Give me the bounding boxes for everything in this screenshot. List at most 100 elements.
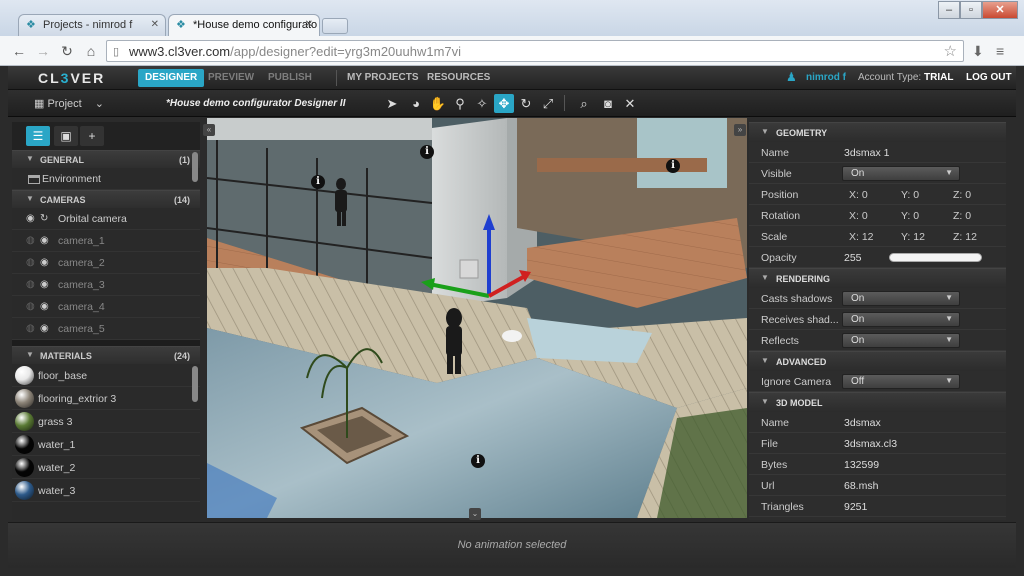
info-hotspot-icon[interactable]: i [420, 145, 434, 159]
move-gizmo-icon[interactable]: ✥ [494, 94, 514, 113]
material-item[interactable]: water_2 [12, 456, 200, 479]
zoom-icon[interactable]: ⚲ [450, 94, 470, 113]
extension-icon[interactable]: ⬇ [972, 43, 984, 60]
general-section-header[interactable]: ▼ GENERAL (1) [12, 150, 200, 168]
visible-dropdown[interactable]: On ▼ [842, 166, 960, 181]
scene-list-tab-icon[interactable]: ☰ [26, 126, 50, 146]
ignore-camera-dropdown[interactable]: Off ▼ [842, 374, 960, 389]
rotation-y[interactable]: Y: 0 [901, 210, 919, 222]
visibility-icon[interactable]: ◍ [26, 235, 35, 246]
project-menu-button[interactable]: ▦ Project ⌄ [34, 97, 104, 110]
library-tab-icon[interactable]: ▣ [54, 126, 78, 146]
new-tab-button[interactable] [322, 18, 348, 34]
tab-close-icon[interactable]: ✕ [151, 19, 159, 30]
eye-icon[interactable]: ◉ [40, 235, 49, 246]
settings-tools-icon[interactable]: ✕ [620, 94, 640, 113]
scale-x[interactable]: X: 12 [849, 231, 874, 243]
back-arrow-icon[interactable]: ← [10, 42, 28, 60]
info-hotspot-icon[interactable]: i [311, 175, 325, 189]
opacity-slider[interactable] [889, 253, 982, 262]
window-close-button[interactable]: ✕ [982, 1, 1018, 19]
logout-button[interactable]: LOG OUT [966, 72, 1012, 83]
collapse-bottom-icon[interactable]: ⌄ [469, 508, 481, 520]
nav-publish[interactable]: PUBLISH [261, 69, 319, 87]
nav-designer[interactable]: DESIGNER [138, 69, 205, 87]
camera-item-orbital[interactable]: ◉ ↻ Orbital camera [12, 208, 200, 230]
browser-tab-house-demo[interactable]: ❖ *House demo configurato ✕ [168, 14, 320, 36]
eye-icon[interactable]: ◉ [40, 279, 49, 290]
camera-item[interactable]: ◍ ◉ camera_1 [12, 230, 200, 252]
materials-section-header[interactable]: ▼ MATERIALS (24) [12, 346, 200, 364]
nav-preview[interactable]: PREVIEW [201, 69, 261, 87]
pan-hand-icon[interactable]: ✋ [428, 94, 448, 113]
reload-icon[interactable]: ↻ [58, 42, 76, 60]
position-y[interactable]: Y: 0 [901, 189, 919, 201]
material-item[interactable]: flooring_extrior 3 [12, 387, 200, 410]
chrome-menu-icon[interactable]: ≡ [996, 43, 1004, 59]
bookmark-star-icon[interactable]: ☆ [944, 42, 957, 60]
collapse-right-icon[interactable]: » [734, 124, 746, 136]
home-icon[interactable]: ⌂ [82, 42, 100, 60]
scrollbar-thumb[interactable] [192, 366, 198, 402]
add-icon[interactable]: + [80, 126, 104, 146]
position-z[interactable]: Z: 0 [953, 189, 971, 201]
3d-model-section-header[interactable]: ▼ 3D MODEL [749, 392, 1006, 412]
eye-icon[interactable]: ◉ [40, 301, 49, 312]
browser-tab-projects[interactable]: ❖ Projects - nimrod f ✕ [18, 14, 166, 36]
collapse-left-icon[interactable]: « [203, 124, 215, 136]
rotate-icon[interactable]: ↻ [516, 94, 536, 113]
3d-viewport[interactable]: i i i i [207, 118, 747, 518]
camera-snapshot-icon[interactable]: ◙ [598, 94, 618, 113]
info-hotspot-icon[interactable]: i [666, 159, 680, 173]
forward-arrow-icon[interactable]: → [34, 42, 52, 60]
camera-item[interactable]: ◍ ◉ camera_2 [12, 252, 200, 274]
maximize-button[interactable]: ▫ [960, 1, 982, 19]
cameras-section-header[interactable]: ▼ CAMERAS (14) [12, 190, 200, 208]
material-name: flooring_extrior 3 [38, 393, 117, 405]
focus-zoom-icon[interactable]: ⌕ [574, 94, 594, 113]
visibility-icon[interactable]: ◍ [26, 301, 35, 312]
list-item-environment[interactable]: Environment [12, 168, 200, 190]
scale-y[interactable]: Y: 12 [901, 231, 925, 243]
nav-resources[interactable]: RESOURCES [420, 69, 497, 87]
casts-shadows-dropdown[interactable]: On ▼ [842, 291, 960, 306]
position-x[interactable]: X: 0 [849, 189, 868, 201]
material-item[interactable]: grass 3 [12, 410, 200, 433]
rendering-section-header[interactable]: ▼ RENDERING [749, 268, 1006, 288]
collapse-arrow-icon: ▼ [26, 154, 34, 163]
eye-icon[interactable]: ◉ [40, 323, 49, 334]
pick-icon[interactable]: ✧ [472, 94, 492, 113]
user-name[interactable]: nimrod f [806, 72, 846, 83]
eye-icon[interactable]: ◉ [26, 213, 35, 224]
visibility-icon[interactable]: ◍ [26, 279, 35, 290]
minimize-button[interactable]: – [938, 1, 960, 19]
material-item[interactable]: water_3 [12, 479, 200, 502]
visibility-icon[interactable]: ◍ [26, 257, 35, 268]
camera-item[interactable]: ◍ ◉ camera_4 [12, 296, 200, 318]
select-cursor-icon[interactable]: ➤ [382, 94, 402, 113]
camera-item[interactable]: ◍ ◉ camera_5 [12, 318, 200, 340]
scale-z[interactable]: Z: 12 [953, 231, 977, 243]
geometry-name-value[interactable]: 3dsmax 1 [844, 147, 890, 159]
prop-opacity: Opacity 255 [749, 247, 1006, 268]
url-text[interactable]: www3.cl3ver.com/app/designer?edit=yrg3m2… [129, 44, 461, 59]
rotate-sphere-icon[interactable]: ◕ [406, 94, 426, 113]
info-hotspot-icon[interactable]: i [471, 454, 485, 468]
material-item[interactable]: floor_base [12, 364, 200, 387]
reflects-dropdown[interactable]: On ▼ [842, 333, 960, 348]
advanced-section-header[interactable]: ▼ ADVANCED [749, 351, 1006, 371]
rotation-z[interactable]: Z: 0 [953, 210, 971, 222]
visibility-icon[interactable]: ◍ [26, 323, 35, 334]
eye-icon[interactable]: ◉ [40, 257, 49, 268]
tab-close-icon[interactable]: ✕ [305, 19, 313, 30]
geometry-section-header[interactable]: ▼ GEOMETRY [749, 122, 1006, 142]
scale-icon[interactable]: ⤢ [538, 94, 558, 113]
camera-item[interactable]: ◍ ◉ camera_3 [12, 274, 200, 296]
material-item[interactable]: water_1 [12, 433, 200, 456]
rotation-x[interactable]: X: 0 [849, 210, 868, 222]
nav-my-projects[interactable]: MY PROJECTS [340, 69, 426, 87]
address-bar[interactable]: ▯ www3.cl3ver.com/app/designer?edit=yrg3… [106, 40, 964, 62]
properties-panel: ▼ GEOMETRY Name 3dsmax 1 Visible On ▼ Positi… [749, 122, 1006, 520]
scrollbar-thumb[interactable] [192, 152, 198, 182]
receives-shadows-dropdown[interactable]: On ▼ [842, 312, 960, 327]
